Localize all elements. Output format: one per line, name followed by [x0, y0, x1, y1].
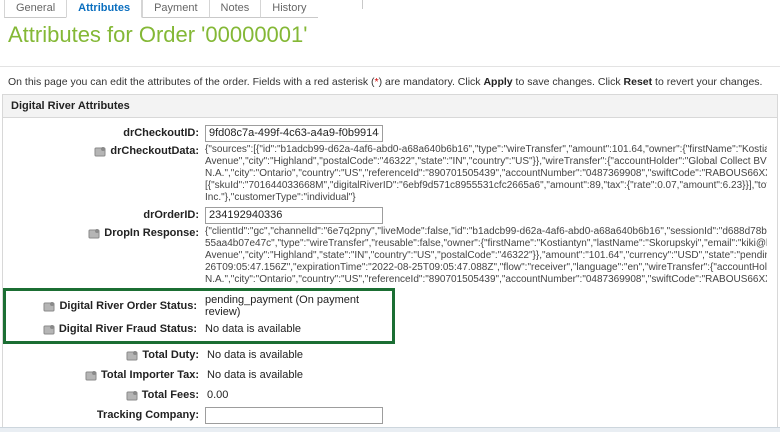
- next-section-edge: [0, 427, 780, 432]
- total-importer-tax-label: Total Importer Tax:: [101, 369, 199, 381]
- json-line: 26T09:05:47.156Z","expirationTime":"2022…: [205, 262, 767, 274]
- attribute-icon: [43, 301, 56, 312]
- drcheckoutid-input[interactable]: [205, 125, 383, 142]
- order-status-label-wrap: Digital River Order Status:: [6, 300, 203, 312]
- dropin-label: DropIn Response:: [104, 227, 199, 239]
- help-part3: to save changes. Click: [513, 76, 624, 88]
- field-row-fraud-status: Digital River Fraud Status: No data is a…: [6, 320, 392, 338]
- field-row-order-status: Digital River Order Status: pending_paym…: [6, 294, 392, 318]
- attribute-icon: [88, 228, 101, 239]
- divider: [0, 66, 780, 67]
- tracking-company-label: Tracking Company:: [3, 409, 205, 421]
- field-row-total-importer-tax: Total Importer Tax: No data is available: [3, 366, 777, 384]
- attribute-icon: [126, 390, 139, 401]
- drcheckoutdata-value: {"sources":[{"id":"b1adcb99-d62a-4af6-ab…: [205, 144, 767, 204]
- order-tabs: General Attributes Payment Notes History: [4, 0, 318, 18]
- attribute-icon: [94, 146, 107, 157]
- drcheckoutdata-label-wrap: drCheckoutData:: [3, 144, 205, 157]
- section-body: drCheckoutID: drCheckoutData: {"sources"…: [3, 118, 777, 432]
- status-highlight-box: Digital River Order Status: pending_paym…: [3, 288, 395, 344]
- drcheckoutid-label: drCheckoutID:: [3, 127, 205, 139]
- total-duty-label: Total Duty:: [142, 349, 199, 361]
- field-row-drorderid: drOrderID:: [3, 206, 777, 224]
- section-header: Digital River Attributes: [3, 95, 777, 118]
- help-part4: to revert your changes.: [652, 76, 762, 88]
- dropin-value: {"clientId":"gc","channelId":"6e7q2pny",…: [205, 226, 767, 286]
- total-importer-tax-label-wrap: Total Importer Tax:: [3, 369, 205, 381]
- drorderid-label: drOrderID:: [3, 209, 205, 221]
- total-fees-label-wrap: Total Fees:: [3, 389, 205, 401]
- order-attributes-page: General Attributes Payment Notes History…: [0, 0, 780, 432]
- digital-river-attributes-section: Digital River Attributes drCheckoutID: d…: [2, 94, 778, 432]
- json-line: {"clientId":"gc","channelId":"6e7q2pny",…: [205, 226, 767, 238]
- json-line: Avenue","city":"Highland","postalCode":"…: [205, 156, 767, 168]
- page-title: Attributes for Order '00000001': [8, 22, 307, 48]
- field-row-total-duty: Total Duty: No data is available: [3, 346, 777, 364]
- field-row-drcheckoutid: drCheckoutID:: [3, 124, 777, 142]
- total-importer-tax-value: No data is available: [205, 369, 303, 381]
- tracking-company-input[interactable]: [205, 407, 383, 424]
- dropin-label-wrap: DropIn Response:: [3, 226, 205, 239]
- json-line: 55aa4b07e47c","type":"wireTransfer","reu…: [205, 238, 767, 250]
- top-border-fragment: [362, 0, 363, 9]
- order-status-label: Digital River Order Status:: [59, 300, 197, 312]
- order-status-value: pending_payment (On payment review): [203, 294, 392, 318]
- json-line: Avenue","city":"Highland","state":"IN","…: [205, 250, 767, 262]
- help-apply-word: Apply: [483, 76, 512, 88]
- field-row-tracking-company: Tracking Company:: [3, 406, 777, 424]
- drcheckoutdata-label: drCheckoutData:: [110, 145, 199, 157]
- total-duty-value: No data is available: [205, 349, 303, 361]
- total-fees-label: Total Fees:: [142, 389, 199, 401]
- drorderid-input[interactable]: [205, 207, 383, 224]
- fraud-status-label: Digital River Fraud Status:: [59, 323, 197, 335]
- help-part1: On this page you can edit the attributes…: [8, 76, 375, 88]
- json-line: N.A.","city":"Ontario","country":"US","r…: [205, 274, 767, 286]
- help-part2: ) are mandatory. Click: [379, 76, 484, 88]
- total-duty-label-wrap: Total Duty:: [3, 349, 205, 361]
- field-row-dropin-response: DropIn Response: {"clientId":"gc","chann…: [3, 226, 777, 286]
- json-line: Inc."},"customerType":"individual"}: [205, 192, 767, 204]
- json-line: N.A.","city":"Ontario","country":"US","r…: [205, 168, 767, 180]
- fraud-status-label-wrap: Digital River Fraud Status:: [6, 323, 203, 335]
- attribute-icon: [126, 350, 139, 361]
- field-row-total-fees: Total Fees: 0.00: [3, 386, 777, 404]
- attribute-icon: [85, 370, 98, 381]
- help-text: On this page you can edit the attributes…: [8, 76, 772, 88]
- json-line: {"sources":[{"id":"b1adcb99-d62a-4af6-ab…: [205, 144, 767, 156]
- tab-payment[interactable]: Payment: [142, 0, 208, 18]
- fraud-status-value: No data is available: [203, 323, 301, 335]
- tab-attributes[interactable]: Attributes: [66, 0, 142, 18]
- tab-notes[interactable]: Notes: [209, 0, 261, 18]
- tab-history[interactable]: History: [260, 0, 317, 18]
- json-line: [{"skuId":"701644033668M","digitalRiverI…: [205, 180, 767, 192]
- help-reset-word: Reset: [624, 76, 653, 88]
- total-fees-value: 0.00: [205, 389, 228, 401]
- field-row-drcheckoutdata: drCheckoutData: {"sources":[{"id":"b1adc…: [3, 144, 777, 204]
- tab-general[interactable]: General: [4, 0, 66, 18]
- attribute-icon: [43, 324, 56, 335]
